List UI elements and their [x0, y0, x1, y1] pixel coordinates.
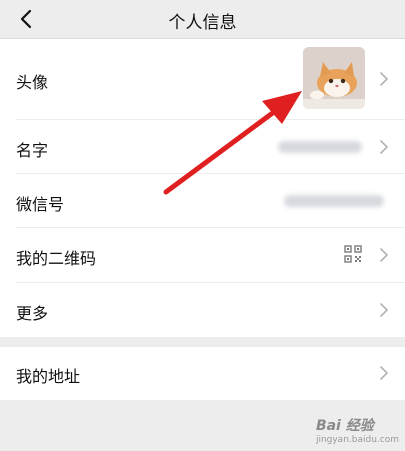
chevron-right-icon	[380, 303, 388, 317]
row-label-qr-code: 我的二维码	[16, 249, 97, 268]
row-my-address[interactable]: 我的地址	[0, 347, 405, 400]
qr-code-icon	[344, 245, 362, 263]
row-label-avatar: 头像	[16, 73, 49, 92]
chevron-right-icon	[380, 72, 388, 86]
row-name[interactable]: 名字	[0, 120, 405, 173]
wechat-id-value-blurred	[284, 195, 384, 207]
page-title: 个人信息	[168, 13, 237, 33]
watermark-subtext: jingyan.baidu.com	[315, 435, 399, 445]
watermark: Bai 经验 jingyan.baidu.com	[316, 415, 399, 445]
chevron-right-icon	[380, 140, 388, 154]
name-value-blurred	[278, 141, 362, 153]
row-wechat-id[interactable]: 微信号	[0, 174, 405, 227]
row-label-name: 名字	[16, 141, 49, 160]
avatar[interactable]	[303, 47, 365, 109]
chevron-right-icon	[380, 366, 388, 380]
cat-avatar	[303, 47, 365, 109]
watermark-text: Bai 经验	[315, 418, 374, 434]
row-more[interactable]: 更多	[0, 283, 405, 337]
row-label-more: 更多	[16, 304, 49, 323]
top-nav-bar: 个人信息	[0, 0, 405, 39]
row-label-wechat-id: 微信号	[16, 195, 65, 214]
row-label-my-address: 我的地址	[16, 367, 81, 386]
chevron-right-icon	[380, 248, 388, 262]
